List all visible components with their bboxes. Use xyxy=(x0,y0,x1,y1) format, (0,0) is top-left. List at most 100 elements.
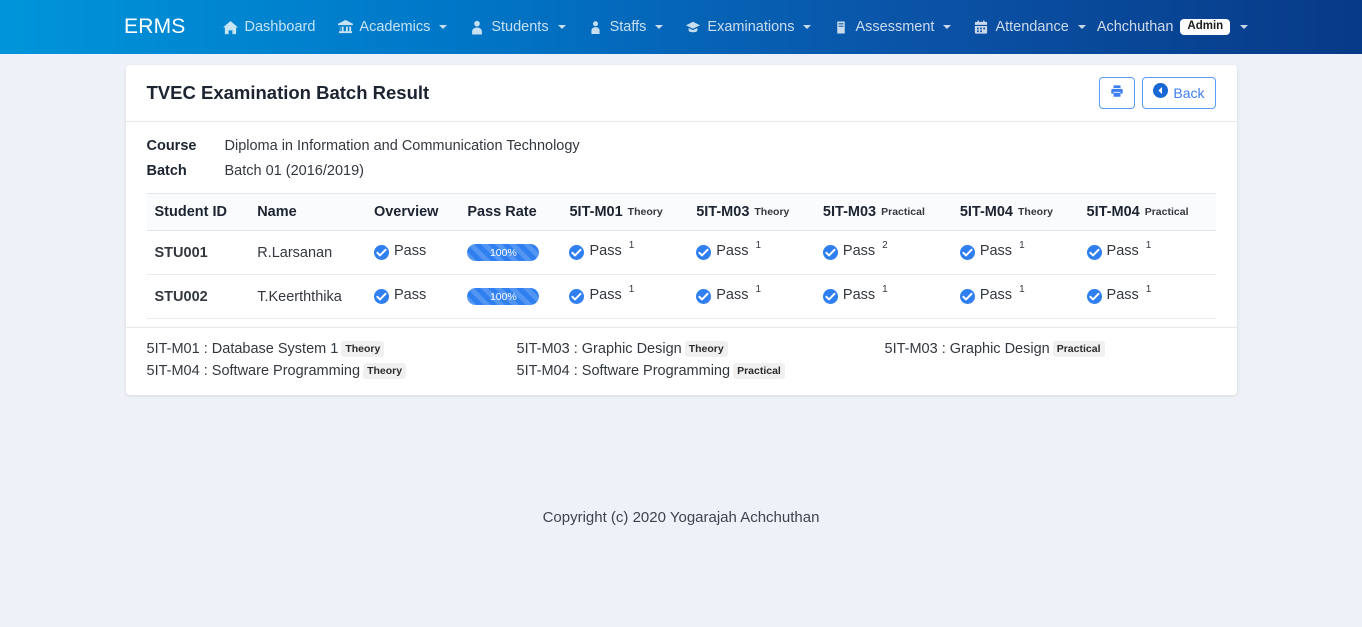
legend-tag: Theory xyxy=(341,341,385,357)
column-subtitle: Theory xyxy=(754,206,790,218)
bank-icon xyxy=(337,19,353,35)
top-navbar: ERMS Dashboard Academics Students Staffs Exa… xyxy=(0,0,1362,54)
pass-label: Pass xyxy=(393,287,427,303)
legend-code: 5IT-M03 xyxy=(884,341,938,357)
overview-cell: Pass xyxy=(365,274,460,319)
pass-status: Pass 1 xyxy=(569,284,634,304)
attempt-count: 1 xyxy=(628,240,635,251)
arrow-circle-left-icon xyxy=(1153,83,1169,102)
pass-status: Pass 1 xyxy=(822,284,888,304)
pass-status: Pass xyxy=(373,287,427,304)
column-header: 5IT-M03 Practical xyxy=(814,193,952,231)
calendar-icon xyxy=(973,19,989,35)
pass-label: Pass xyxy=(716,243,749,259)
legend-code: 5IT-M04 xyxy=(146,363,200,379)
pass-status: Pass 1 xyxy=(959,240,1025,260)
check-circle-icon xyxy=(696,289,712,304)
student-name-cell: R.Larsanan xyxy=(249,230,366,275)
attempt-count: 1 xyxy=(882,284,888,295)
card-body: Course Diploma in Information and Commun… xyxy=(126,122,1237,327)
nav-item-academics[interactable]: Academics xyxy=(326,13,458,41)
column-header: Pass Rate xyxy=(459,193,562,231)
course-value: Diploma in Information and Communication… xyxy=(224,138,580,154)
pass-rate-cell: 100% xyxy=(459,230,562,275)
legend-code: 5IT-M01 xyxy=(146,341,200,357)
check-circle-icon xyxy=(1086,245,1102,260)
legend-name: Software Programming xyxy=(581,363,731,379)
nav-item-attendance[interactable]: Attendance xyxy=(962,13,1096,41)
brand-logo[interactable]: ERMS xyxy=(124,15,185,39)
info-list: Course Diploma in Information and Commun… xyxy=(147,138,1216,179)
nav-item-label: Dashboard xyxy=(244,19,316,35)
column-title: Overview xyxy=(373,204,439,220)
module-result-cell: Pass 1 xyxy=(1078,230,1216,275)
results-table: Student ID Name Overview Pass Rate 5IT-M01 Th… xyxy=(146,193,1216,319)
pass-label: Pass xyxy=(589,243,622,259)
table-row[interactable]: STU001 R.Larsanan Pass 100% Pass 1 Pass 1 Pass 2 P… xyxy=(146,230,1216,275)
nav-item-dashboard[interactable]: Dashboard xyxy=(211,13,326,41)
module-result-cell: Pass 1 xyxy=(1078,274,1216,319)
back-button[interactable]: Back xyxy=(1142,77,1216,109)
course-label: Course xyxy=(146,138,197,154)
module-result-cell: Pass 1 xyxy=(561,230,689,275)
home-icon xyxy=(222,19,238,35)
legend-separator: : xyxy=(199,341,212,357)
page-title: TVEC Examination Batch Result xyxy=(146,82,430,103)
legend-item: 5IT-M04 : Software Programming Theory xyxy=(147,363,517,379)
legend-tag: Practical xyxy=(733,363,785,379)
info-row-batch: Batch Batch 01 (2016/2019) xyxy=(147,163,1216,179)
column-header: 5IT-M01 Theory xyxy=(561,193,689,231)
user-menu[interactable]: Achchuthan Admin xyxy=(1096,18,1249,36)
user-icon xyxy=(588,19,604,35)
chevron-down-icon xyxy=(1240,25,1249,29)
column-title: 5IT-M04 xyxy=(959,204,1013,220)
user-name: Achchuthan xyxy=(1096,19,1174,35)
attempt-count: 1 xyxy=(1019,240,1025,251)
attempt-count: 1 xyxy=(1019,284,1025,295)
column-title: 5IT-M04 xyxy=(1086,204,1140,220)
pass-label: Pass xyxy=(979,287,1013,303)
user-tie-icon xyxy=(469,19,485,35)
pass-label: Pass xyxy=(842,243,876,259)
column-title: Student ID xyxy=(154,204,228,220)
module-result-cell: Pass 1 xyxy=(814,274,952,319)
attempt-count: 1 xyxy=(1145,240,1152,251)
column-header: Name xyxy=(249,193,366,231)
nav-item-label: Examinations xyxy=(707,19,795,35)
pass-status: Pass 2 xyxy=(822,240,888,260)
pass-label: Pass xyxy=(716,287,749,303)
column-title: Pass Rate xyxy=(467,204,537,220)
chevron-down-icon xyxy=(943,25,952,29)
pass-rate-value: 100% xyxy=(467,288,540,305)
pass-rate-value: 100% xyxy=(467,244,540,261)
print-button[interactable] xyxy=(1099,77,1136,109)
check-circle-icon xyxy=(959,245,975,260)
nav-links: Dashboard Academics Students Staffs Examinat… xyxy=(211,13,1096,41)
nav-item-examinations[interactable]: Examinations xyxy=(674,13,822,41)
legend-separator: : xyxy=(199,363,212,379)
nav-item-staffs[interactable]: Staffs xyxy=(577,13,675,41)
legend-separator: : xyxy=(937,341,950,357)
check-circle-icon xyxy=(569,289,585,304)
column-header: 5IT-M04 Practical xyxy=(1078,193,1216,231)
nav-item-label: Academics xyxy=(359,19,431,35)
nav-item-students[interactable]: Students xyxy=(458,13,576,41)
check-circle-icon xyxy=(373,289,389,304)
legend-item: 5IT-M03 : Graphic Design Theory xyxy=(517,341,885,357)
nav-item-assessment[interactable]: Assessment xyxy=(822,13,962,41)
column-title: Name xyxy=(257,204,297,220)
student-name-cell: T.Keerththika xyxy=(249,274,366,319)
legend-item: 5IT-M04 : Software Programming Practical xyxy=(517,363,885,379)
module-result-cell: Pass 1 xyxy=(688,274,815,319)
user-role-badge: Admin xyxy=(1180,18,1231,36)
legend-item: 5IT-M01 : Database System 1 Theory xyxy=(147,341,517,357)
card-header: TVEC Examination Batch Result Back xyxy=(125,65,1237,122)
table-head: Student ID Name Overview Pass Rate 5IT-M01 Th… xyxy=(146,193,1216,231)
card-footer: 5IT-M01 : Database System 1 Theory 5IT-M03… xyxy=(125,327,1237,395)
column-subtitle: Theory xyxy=(1018,206,1054,218)
table-row[interactable]: STU002 T.Keerththika Pass 100% Pass 1 Pass 1 Pas… xyxy=(146,274,1216,319)
module-result-cell: Pass 2 xyxy=(814,230,952,275)
pass-rate-progress: 100% xyxy=(467,288,540,305)
chevron-down-icon xyxy=(803,25,812,29)
table-body: STU001 R.Larsanan Pass 100% Pass 1 Pass 1 Pass 2 P… xyxy=(146,230,1216,319)
